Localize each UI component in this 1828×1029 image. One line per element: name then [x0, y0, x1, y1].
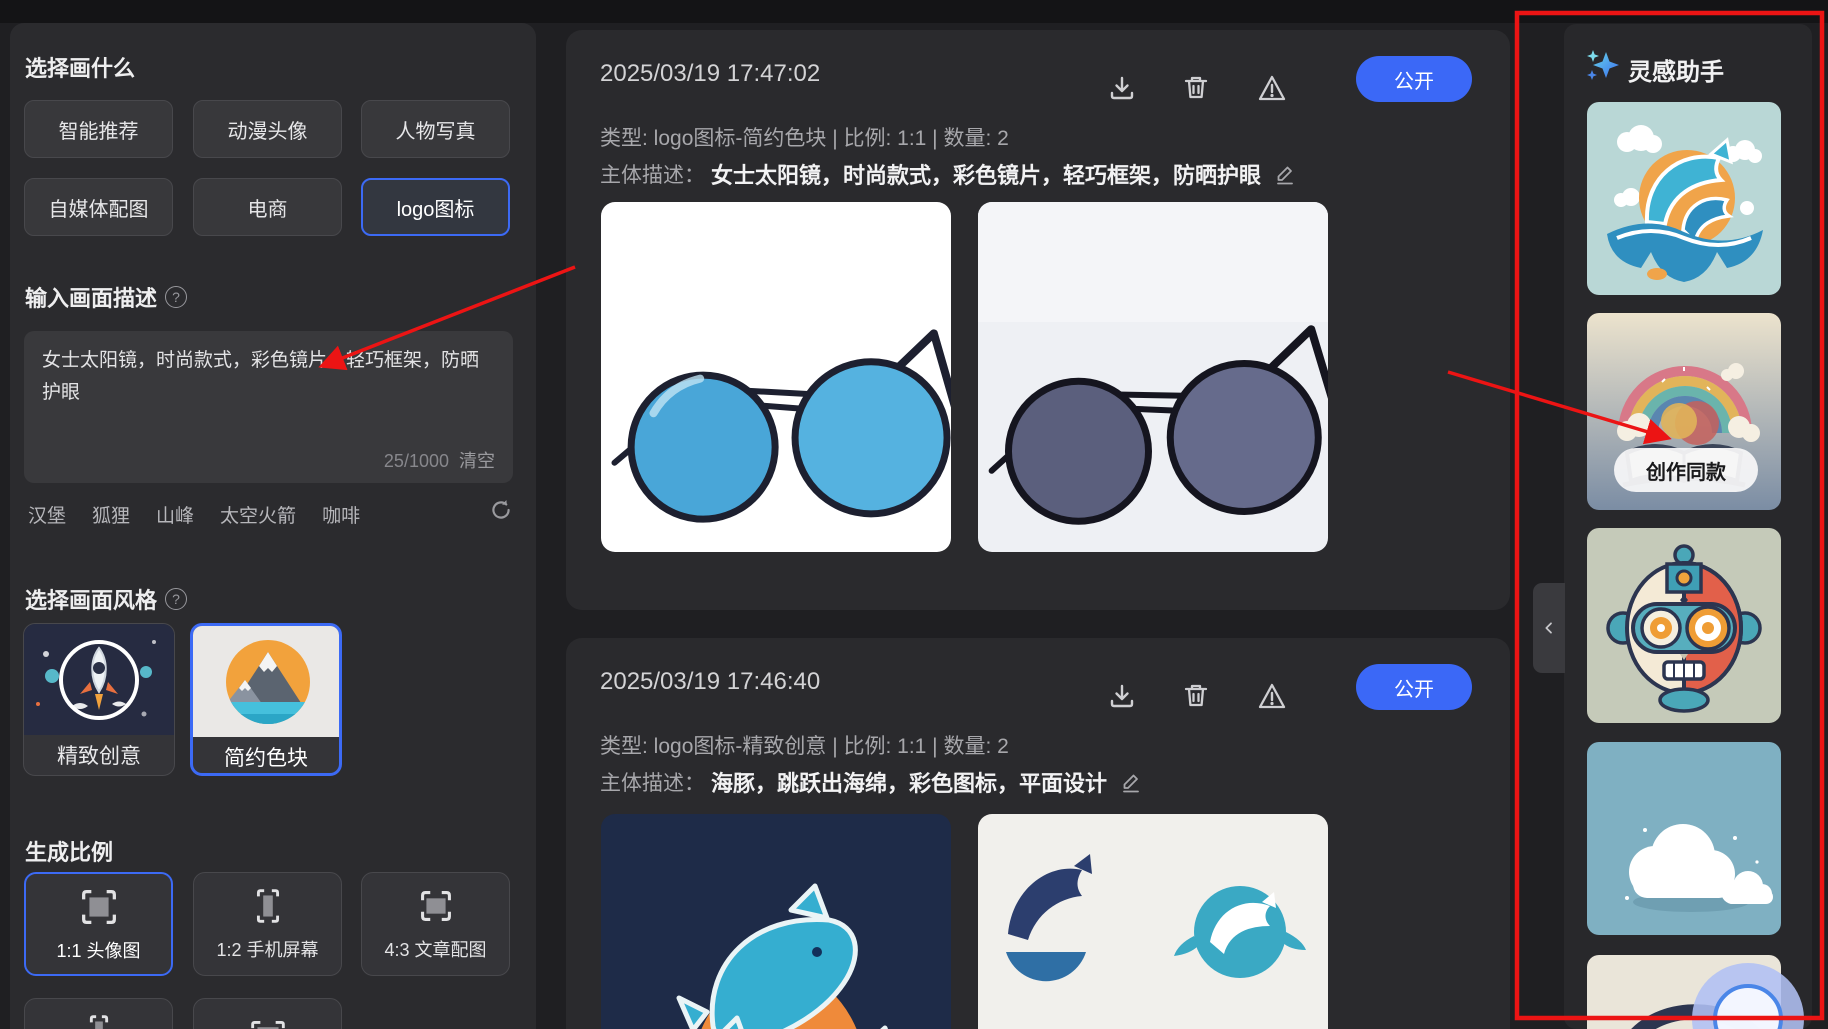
- section-title-ratio-text: 生成比例: [25, 835, 113, 867]
- section-title-description: 输入画面描述 ?: [25, 281, 187, 313]
- inspiration-panel: 灵感助手: [1564, 24, 1812, 1029]
- draw-option-label: 人物写真: [396, 115, 476, 144]
- section-title-ratio: 生成比例: [25, 835, 113, 867]
- draw-option-label: 自媒体配图: [49, 193, 149, 222]
- chevron-left-icon: [1541, 620, 1557, 636]
- description-value: 女士太阳镜，时尚款式，彩色镜片，轻巧框架，防晒护眼: [711, 158, 1261, 190]
- card-description: 主体描述： 海豚，跳跃出海绵，彩色图标，平面设计: [600, 766, 1143, 798]
- section-title-description-text: 输入画面描述: [25, 281, 157, 313]
- ratio-wide-icon: [413, 883, 459, 929]
- result-image-dolphin-logos[interactable]: [978, 814, 1328, 1029]
- ratio-wide-flat-icon: [245, 1009, 291, 1029]
- ratio-tall-icon: [245, 883, 291, 929]
- report-warning-icon[interactable]: [1256, 680, 1288, 712]
- generation-card-1: 2025/03/19 17:47:02 公开 类型: logo图标-简约色块 |…: [566, 30, 1510, 610]
- char-counter-value: 25/1000: [384, 451, 449, 471]
- description-input-wrap: 女士太阳镜，时尚款式，彩色镜片，轻巧框架，防晒护眼 25/1000清空: [24, 331, 513, 483]
- help-question-icon[interactable]: ?: [165, 588, 187, 610]
- generation-card-2: 2025/03/19 17:46:40 公开 类型: logo图标-精致创意 |…: [566, 638, 1510, 1029]
- refresh-icon[interactable]: [488, 497, 514, 523]
- result-image-sunglasses-dark[interactable]: [978, 202, 1328, 552]
- draw-option-label: 动漫头像: [228, 115, 308, 144]
- char-counter: 25/1000 清空: [384, 447, 495, 473]
- create-same-style-label: 创作同款: [1646, 456, 1726, 485]
- suggestion-tag[interactable]: 汉堡: [28, 501, 66, 528]
- inspiration-panel-title: 灵感助手: [1628, 52, 1724, 87]
- card-meta: 类型: logo图标-精致创意 | 比例: 1:1 | 数量: 2: [600, 730, 1009, 760]
- publish-button-label: 公开: [1394, 65, 1434, 94]
- style-preview-rocket: [24, 624, 174, 735]
- trash-icon[interactable]: [1180, 680, 1212, 712]
- draw-option-label: 智能推荐: [59, 115, 139, 144]
- ratio-card-partial-right[interactable]: [193, 998, 342, 1029]
- result-image-dolphins-navy[interactable]: [601, 814, 951, 1029]
- ratio-card-label: 1:2 手机屏幕: [194, 936, 341, 962]
- card-description: 主体描述： 女士太阳镜，时尚款式，彩色镜片，轻巧框架，防晒护眼: [600, 158, 1297, 190]
- section-title-draw: 选择画什么: [25, 51, 135, 83]
- ratio-square-icon: [76, 884, 122, 930]
- style-preview-mountain: [193, 626, 339, 737]
- draw-option-ecommerce[interactable]: 电商: [193, 178, 342, 236]
- clear-button[interactable]: 清空: [459, 451, 495, 471]
- report-warning-icon[interactable]: [1256, 72, 1288, 104]
- ratio-card-4-3[interactable]: 4:3 文章配图: [361, 872, 510, 976]
- suggestion-tag[interactable]: 咖啡: [322, 501, 360, 528]
- suggestion-tag[interactable]: 狐狸: [92, 501, 130, 528]
- app-window: 选择画什么 智能推荐 动漫头像 人物写真 自媒体配图 电商 logo图标 输入画…: [0, 0, 1828, 1029]
- ratio-card-1-1[interactable]: 1:1 头像图: [24, 872, 173, 976]
- publish-button[interactable]: 公开: [1356, 664, 1472, 710]
- section-title-draw-text: 选择画什么: [25, 51, 135, 83]
- description-label: 主体描述：: [600, 767, 705, 797]
- inspiration-thumb-robot[interactable]: [1587, 528, 1781, 723]
- draw-option-anime-avatar[interactable]: 动漫头像: [193, 100, 342, 158]
- style-card-label: 精致创意: [24, 735, 174, 775]
- draw-option-label: logo图标: [397, 193, 475, 222]
- ratio-card-partial-left[interactable]: [24, 998, 173, 1029]
- ratio-tall-narrow-icon: [76, 1009, 122, 1029]
- draw-option-logo-icon[interactable]: logo图标: [361, 178, 510, 236]
- inspiration-thumb-dolphins[interactable]: [1587, 102, 1781, 295]
- draw-option-portrait[interactable]: 人物写真: [361, 100, 510, 158]
- suggestion-tag[interactable]: 山峰: [156, 501, 194, 528]
- sparkles-icon: [1584, 46, 1622, 84]
- inspiration-thumb-clouds[interactable]: [1587, 742, 1781, 935]
- edit-pencil-icon[interactable]: [1119, 770, 1143, 794]
- floating-assistant-inner-circle: [1713, 984, 1783, 1029]
- create-same-style-button[interactable]: 创作同款: [1614, 448, 1758, 492]
- description-value: 海豚，跳跃出海绵，彩色图标，平面设计: [711, 766, 1107, 798]
- result-image-sunglasses-blue[interactable]: [601, 202, 951, 552]
- section-title-style-text: 选择画面风格: [25, 583, 157, 615]
- download-icon[interactable]: [1106, 72, 1138, 104]
- style-card-creative[interactable]: 精致创意: [23, 623, 175, 776]
- download-icon[interactable]: [1106, 680, 1138, 712]
- ratio-card-label: 1:1 头像图: [26, 937, 171, 963]
- timestamp: 2025/03/19 17:46:40: [600, 668, 820, 696]
- ratio-card-label: 4:3 文章配图: [362, 936, 509, 962]
- panel-collapse-handle[interactable]: [1533, 583, 1565, 673]
- description-label: 主体描述：: [600, 159, 705, 189]
- ratio-card-1-2[interactable]: 1:2 手机屏幕: [193, 872, 342, 976]
- edit-pencil-icon[interactable]: [1273, 162, 1297, 186]
- style-card-label: 简约色块: [193, 737, 339, 776]
- top-strip: [0, 0, 1828, 23]
- draw-option-media-image[interactable]: 自媒体配图: [24, 178, 173, 236]
- help-question-icon[interactable]: ?: [165, 286, 187, 308]
- card-meta: 类型: logo图标-简约色块 | 比例: 1:1 | 数量: 2: [600, 122, 1009, 152]
- publish-button[interactable]: 公开: [1356, 56, 1472, 102]
- suggestion-tag[interactable]: 太空火箭: [220, 501, 296, 528]
- draw-option-label: 电商: [248, 193, 288, 222]
- publish-button-label: 公开: [1394, 673, 1434, 702]
- draw-option-smart[interactable]: 智能推荐: [24, 100, 173, 158]
- suggestion-tags: 汉堡 狐狸 山峰 太空火箭 咖啡: [28, 501, 488, 528]
- style-card-simple-blocks[interactable]: 简约色块: [190, 623, 342, 776]
- section-title-style: 选择画面风格 ?: [25, 583, 187, 615]
- trash-icon[interactable]: [1180, 72, 1212, 104]
- timestamp: 2025/03/19 17:47:02: [600, 60, 820, 88]
- generation-settings-panel: 选择画什么 智能推荐 动漫头像 人物写真 自媒体配图 电商 logo图标 输入画…: [10, 23, 536, 1029]
